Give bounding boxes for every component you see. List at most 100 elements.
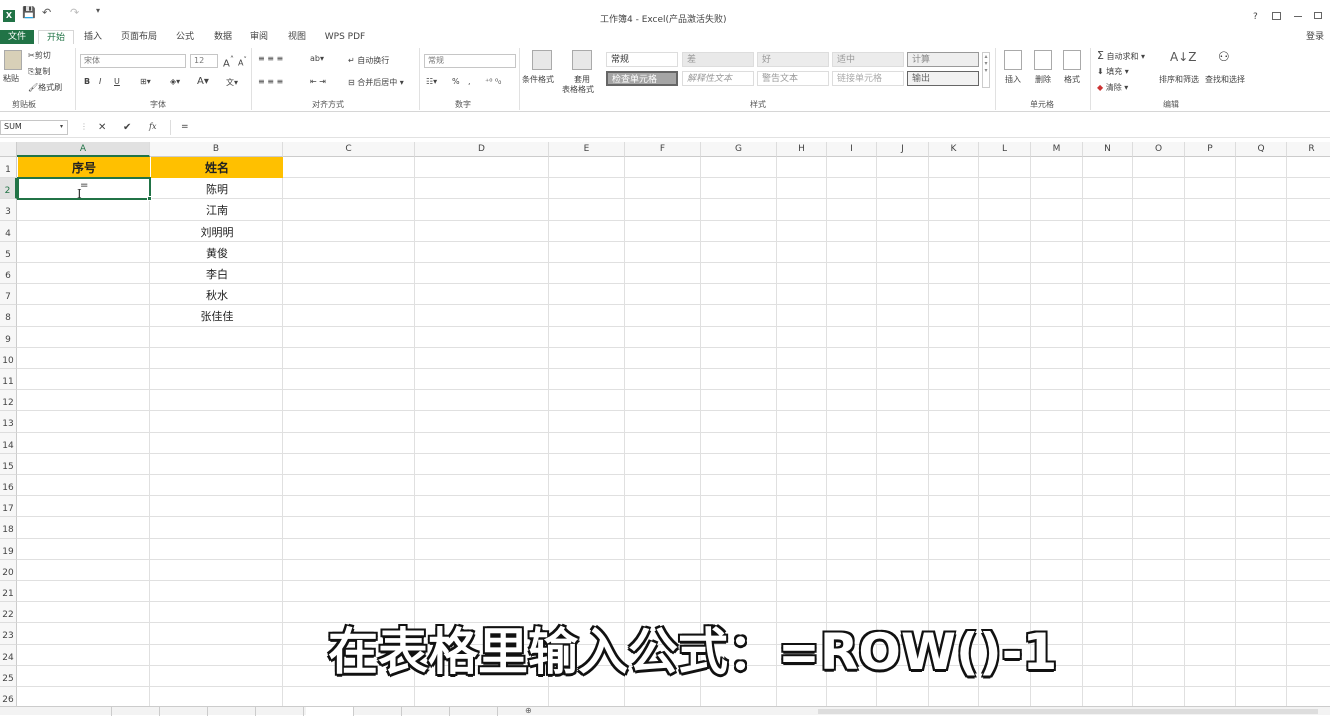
style-calculation[interactable]: 计算 bbox=[907, 52, 979, 67]
row-header-10[interactable]: 10 bbox=[0, 347, 17, 369]
row-header-7[interactable]: 7 bbox=[0, 284, 17, 306]
copy-button[interactable]: ⎘复制 bbox=[28, 66, 50, 77]
cell-name[interactable]: 黄俊 bbox=[151, 245, 283, 261]
redo-icon[interactable]: ↷ bbox=[70, 6, 79, 19]
font-size-select[interactable]: 12 bbox=[190, 54, 218, 68]
style-warning[interactable]: 警告文本 bbox=[757, 71, 829, 86]
column-header-m[interactable]: M bbox=[1031, 142, 1083, 157]
row-header-5[interactable]: 5 bbox=[0, 241, 17, 263]
style-normal[interactable]: 常规 bbox=[606, 52, 678, 67]
style-linked-cell[interactable]: 链接单元格 bbox=[832, 71, 904, 86]
fill-button[interactable]: ⬇ 填充 ▾ bbox=[1097, 66, 1129, 77]
wrap-text-button[interactable]: ↵ 自动换行 bbox=[348, 55, 389, 66]
format-cells-icon[interactable] bbox=[1063, 50, 1081, 70]
sort-filter-icon[interactable]: A↓Z bbox=[1170, 50, 1196, 64]
autosum-button[interactable]: Σ 自动求和 ▾ bbox=[1097, 49, 1145, 62]
formula-input[interactable]: = bbox=[170, 120, 1330, 135]
row-header-3[interactable]: 3 bbox=[0, 199, 17, 221]
binoculars-icon[interactable]: ⚇ bbox=[1218, 50, 1230, 65]
add-sheet-icon[interactable]: ⊕ bbox=[525, 707, 532, 715]
ribbon-display-icon[interactable] bbox=[1272, 12, 1281, 20]
align-left-icon[interactable]: ≡ ≡ ≡ bbox=[258, 77, 283, 86]
tab-data[interactable]: 数据 bbox=[208, 30, 238, 44]
column-header-p[interactable]: P bbox=[1185, 142, 1236, 157]
row-header-9[interactable]: 9 bbox=[0, 326, 17, 348]
column-header-l[interactable]: L bbox=[979, 142, 1031, 157]
column-header-o[interactable]: O bbox=[1133, 142, 1185, 157]
row-header-2[interactable]: 2 bbox=[0, 178, 17, 200]
row-header-18[interactable]: 18 bbox=[0, 517, 17, 539]
style-good[interactable]: 好 bbox=[757, 52, 829, 67]
insert-cells-icon[interactable] bbox=[1004, 50, 1022, 70]
row-header-23[interactable]: 23 bbox=[0, 623, 17, 645]
save-icon[interactable]: 💾 bbox=[22, 6, 36, 19]
name-box-dropdown-icon[interactable]: ▾ bbox=[60, 123, 63, 130]
column-header-j[interactable]: J bbox=[877, 142, 929, 157]
column-header-i[interactable]: I bbox=[827, 142, 877, 157]
minimize-icon[interactable] bbox=[1294, 16, 1302, 17]
tab-review[interactable]: 审阅 bbox=[244, 30, 274, 44]
column-header-d[interactable]: D bbox=[415, 142, 549, 157]
row-header-4[interactable]: 4 bbox=[0, 220, 17, 242]
format-painter-button[interactable]: 🖌格式刷 bbox=[28, 82, 62, 93]
cell-name[interactable]: 刘明明 bbox=[151, 224, 283, 240]
enter-icon[interactable]: ✔ bbox=[123, 122, 131, 133]
row-header-19[interactable]: 19 bbox=[0, 538, 17, 560]
style-bad[interactable]: 差 bbox=[682, 52, 754, 67]
row-header-1[interactable]: 1 bbox=[0, 157, 17, 179]
table-format-button-line2[interactable]: 表格格式 bbox=[562, 84, 594, 95]
row-header-24[interactable]: 24 bbox=[0, 644, 17, 666]
column-header-b[interactable]: B bbox=[150, 142, 283, 157]
row-header-20[interactable]: 20 bbox=[0, 559, 17, 581]
conditional-format-icon[interactable] bbox=[532, 50, 552, 70]
shrink-font-button[interactable]: A˅ bbox=[238, 56, 247, 68]
horizontal-scrollbar[interactable] bbox=[818, 709, 1318, 714]
row-header-6[interactable]: 6 bbox=[0, 263, 17, 285]
comma-button[interactable]: , bbox=[468, 77, 471, 86]
delete-cells-icon[interactable] bbox=[1034, 50, 1052, 70]
style-explanatory[interactable]: 解释性文本 bbox=[682, 71, 754, 86]
phonetic-icon[interactable]: 文▾ bbox=[226, 77, 238, 88]
find-select-button[interactable]: 查找和选择 bbox=[1205, 74, 1245, 85]
percent-button[interactable]: % bbox=[452, 77, 460, 86]
fill-color-icon[interactable]: ◈▾ bbox=[170, 77, 180, 86]
merge-center-button[interactable]: ⊟ 合并后居中 ▾ bbox=[348, 77, 404, 88]
column-header-q[interactable]: Q bbox=[1236, 142, 1287, 157]
column-header-f[interactable]: F bbox=[625, 142, 701, 157]
help-icon[interactable]: ? bbox=[1253, 12, 1258, 22]
border-icon[interactable]: ⊞▾ bbox=[140, 77, 151, 86]
cut-button[interactable]: ✂剪切 bbox=[28, 50, 51, 61]
tab-wps-pdf[interactable]: WPS PDF bbox=[320, 30, 370, 44]
row-header-17[interactable]: 17 bbox=[0, 496, 17, 518]
cell-a1-header[interactable]: 序号 bbox=[18, 159, 150, 176]
conditional-format-button[interactable]: 条件格式 bbox=[522, 74, 554, 85]
tab-insert[interactable]: 插入 bbox=[78, 30, 108, 44]
column-header-e[interactable]: E bbox=[549, 142, 625, 157]
paste-button[interactable]: 粘贴 bbox=[3, 73, 19, 84]
row-header-16[interactable]: 16 bbox=[0, 475, 17, 497]
sort-filter-button[interactable]: 排序和筛选 bbox=[1159, 74, 1199, 85]
row-header-12[interactable]: 12 bbox=[0, 390, 17, 412]
cell-name[interactable]: 江南 bbox=[151, 202, 283, 218]
style-check-cell[interactable]: 检查单元格 bbox=[606, 71, 678, 86]
style-output[interactable]: 输出 bbox=[907, 71, 979, 86]
cell-name[interactable]: 张佳佳 bbox=[151, 308, 283, 324]
tab-view[interactable]: 视图 bbox=[282, 30, 312, 44]
row-header-13[interactable]: 13 bbox=[0, 411, 17, 433]
column-header-a[interactable]: A bbox=[17, 142, 150, 157]
insert-function-icon[interactable]: fx bbox=[149, 122, 156, 131]
column-header-r[interactable]: R bbox=[1287, 142, 1330, 157]
font-name-select[interactable]: 宋体 bbox=[80, 54, 186, 68]
undo-icon[interactable]: ↶ bbox=[42, 6, 51, 19]
row-header-15[interactable]: 15 bbox=[0, 453, 17, 475]
decimal-icon[interactable]: ⁺⁰ ⁰₀ bbox=[485, 77, 501, 86]
clear-button[interactable]: ◆ 清除 ▾ bbox=[1097, 82, 1128, 93]
font-color-icon[interactable]: A▾ bbox=[197, 76, 209, 87]
insert-cells-button[interactable]: 插入 bbox=[1005, 74, 1021, 85]
underline-button[interactable]: U bbox=[114, 77, 120, 86]
style-neutral[interactable]: 适中 bbox=[832, 52, 904, 67]
cell-name[interactable]: 陈明 bbox=[151, 181, 283, 197]
sign-in-link[interactable]: 登录 bbox=[1300, 30, 1330, 44]
restore-icon[interactable] bbox=[1314, 12, 1322, 19]
indent-icon[interactable]: ⇤ ⇥ bbox=[310, 77, 326, 86]
